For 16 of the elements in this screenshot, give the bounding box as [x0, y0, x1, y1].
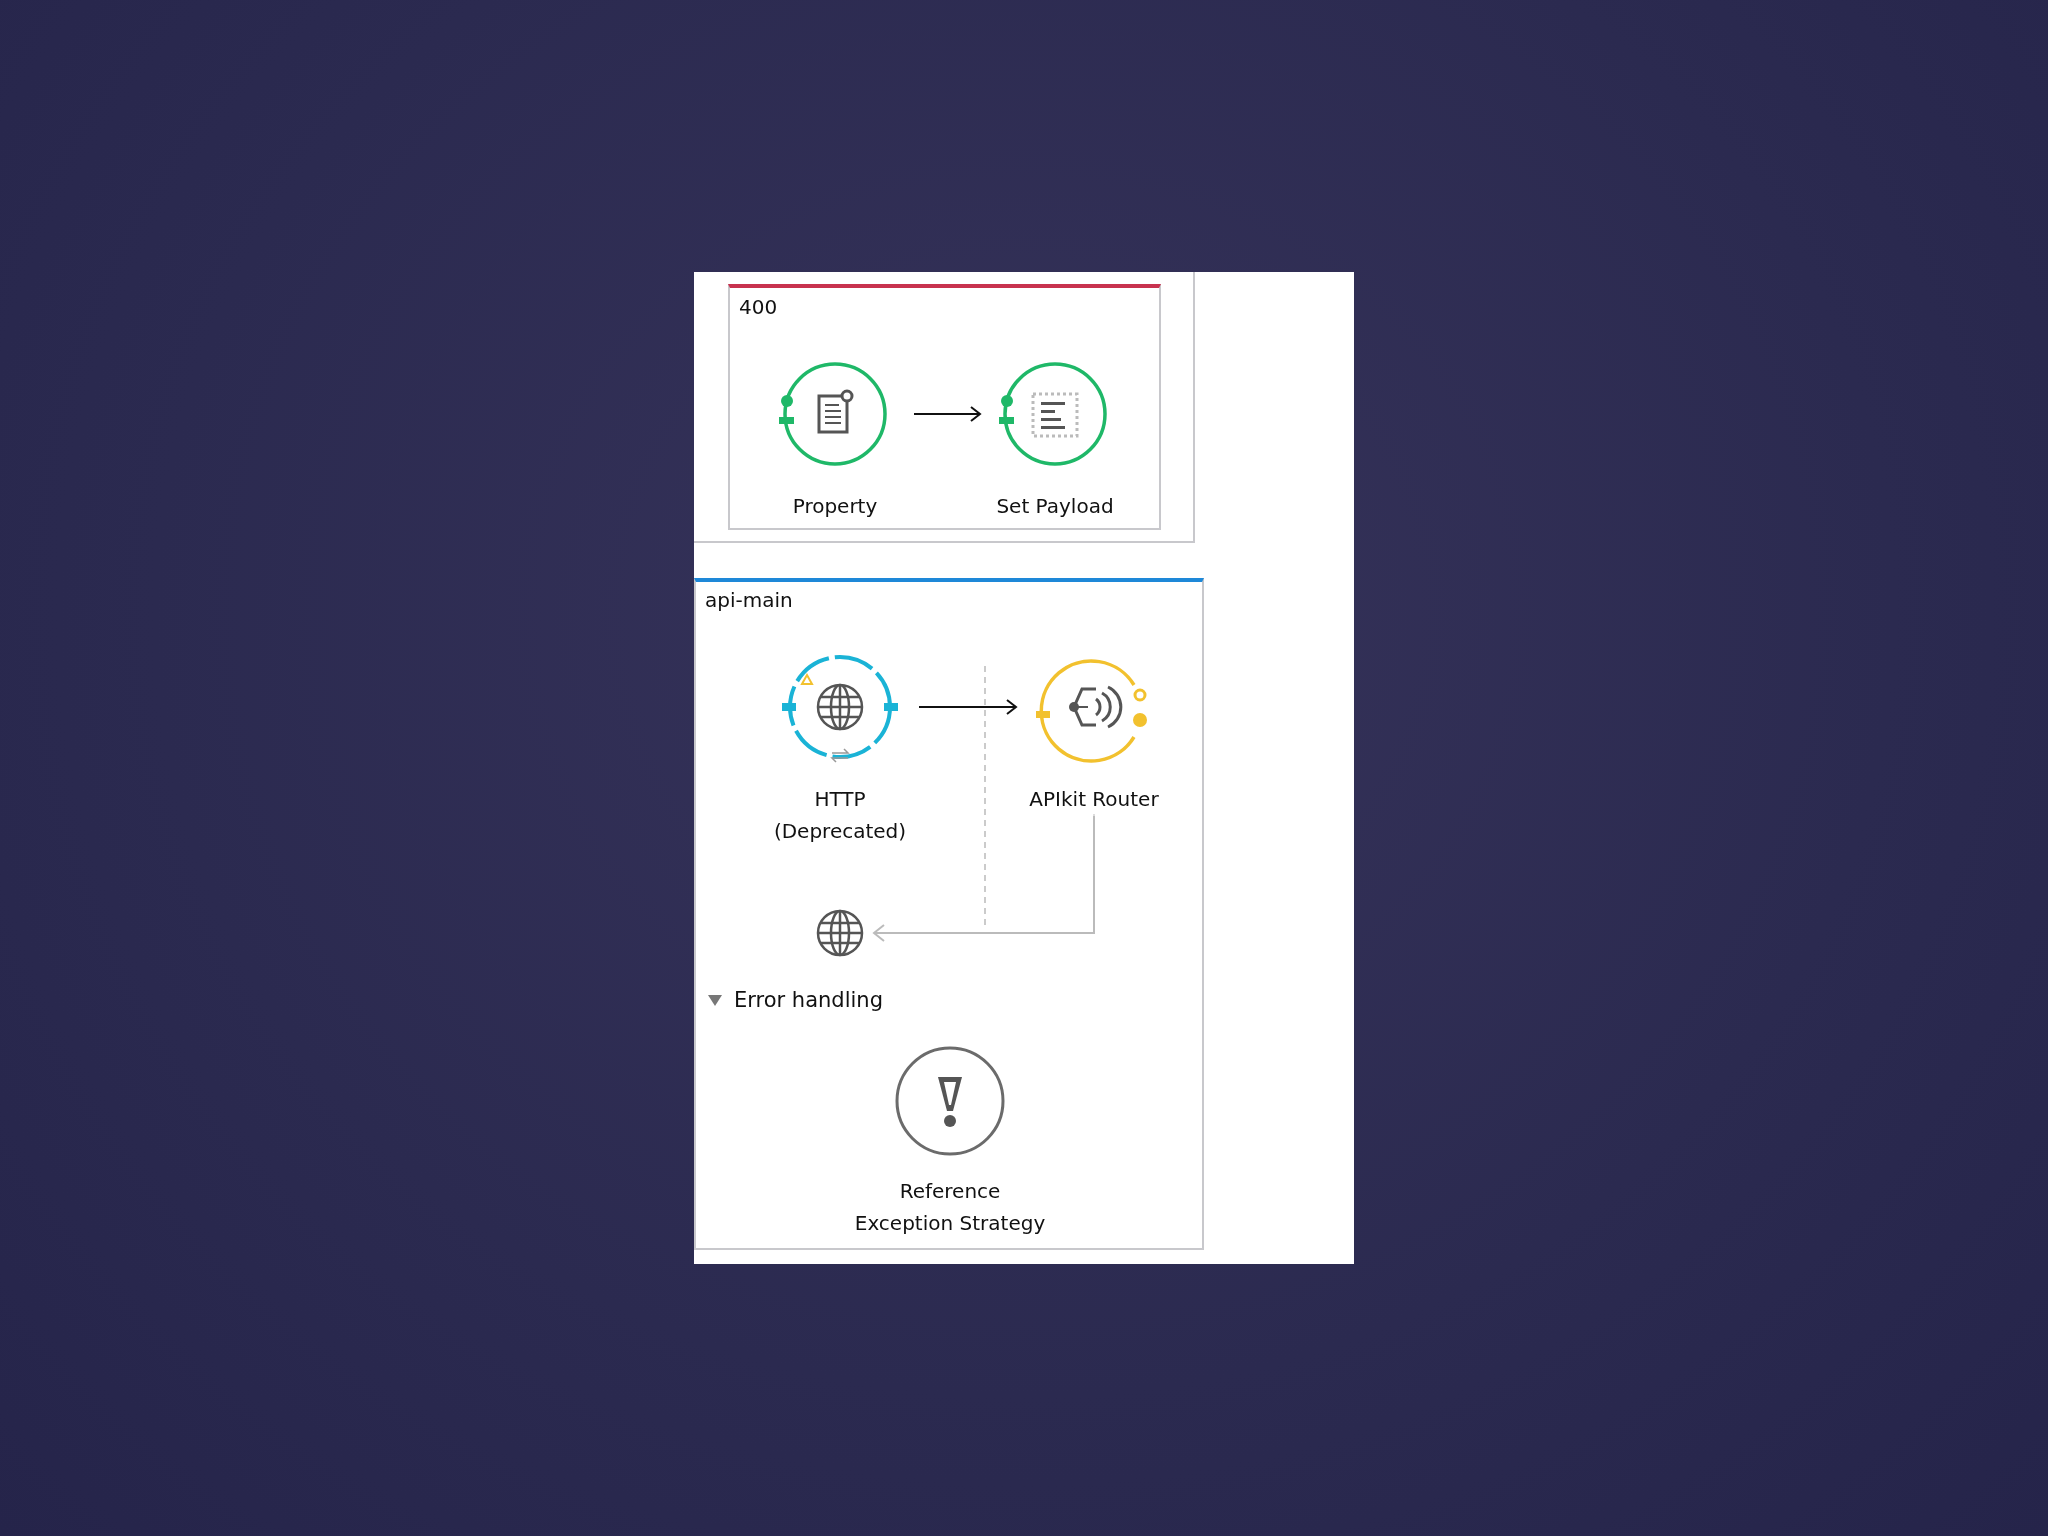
- node-label: Set Payload: [995, 493, 1115, 520]
- error-handling-toggle[interactable]: Error handling: [706, 986, 885, 1014]
- node-label: HTTP (Deprecated): [772, 786, 908, 845]
- node-label: Property: [791, 493, 879, 520]
- flow-title: api-main: [705, 588, 793, 612]
- flow-title: 400: [739, 295, 778, 319]
- node-label: APIkit Router: [1028, 786, 1160, 813]
- node-label: Reference Exception Strategy: [853, 1178, 1047, 1237]
- flow-node[interactable]: [1036, 659, 1147, 763]
- flow-node[interactable]: [779, 362, 887, 466]
- globe-icon: [816, 909, 864, 957]
- flow-node[interactable]: [895, 1046, 1005, 1156]
- caret-icon: [708, 994, 722, 1006]
- flow-arrow: [913, 406, 982, 422]
- flow-node[interactable]: [999, 362, 1107, 466]
- flow-node[interactable]: [782, 655, 898, 763]
